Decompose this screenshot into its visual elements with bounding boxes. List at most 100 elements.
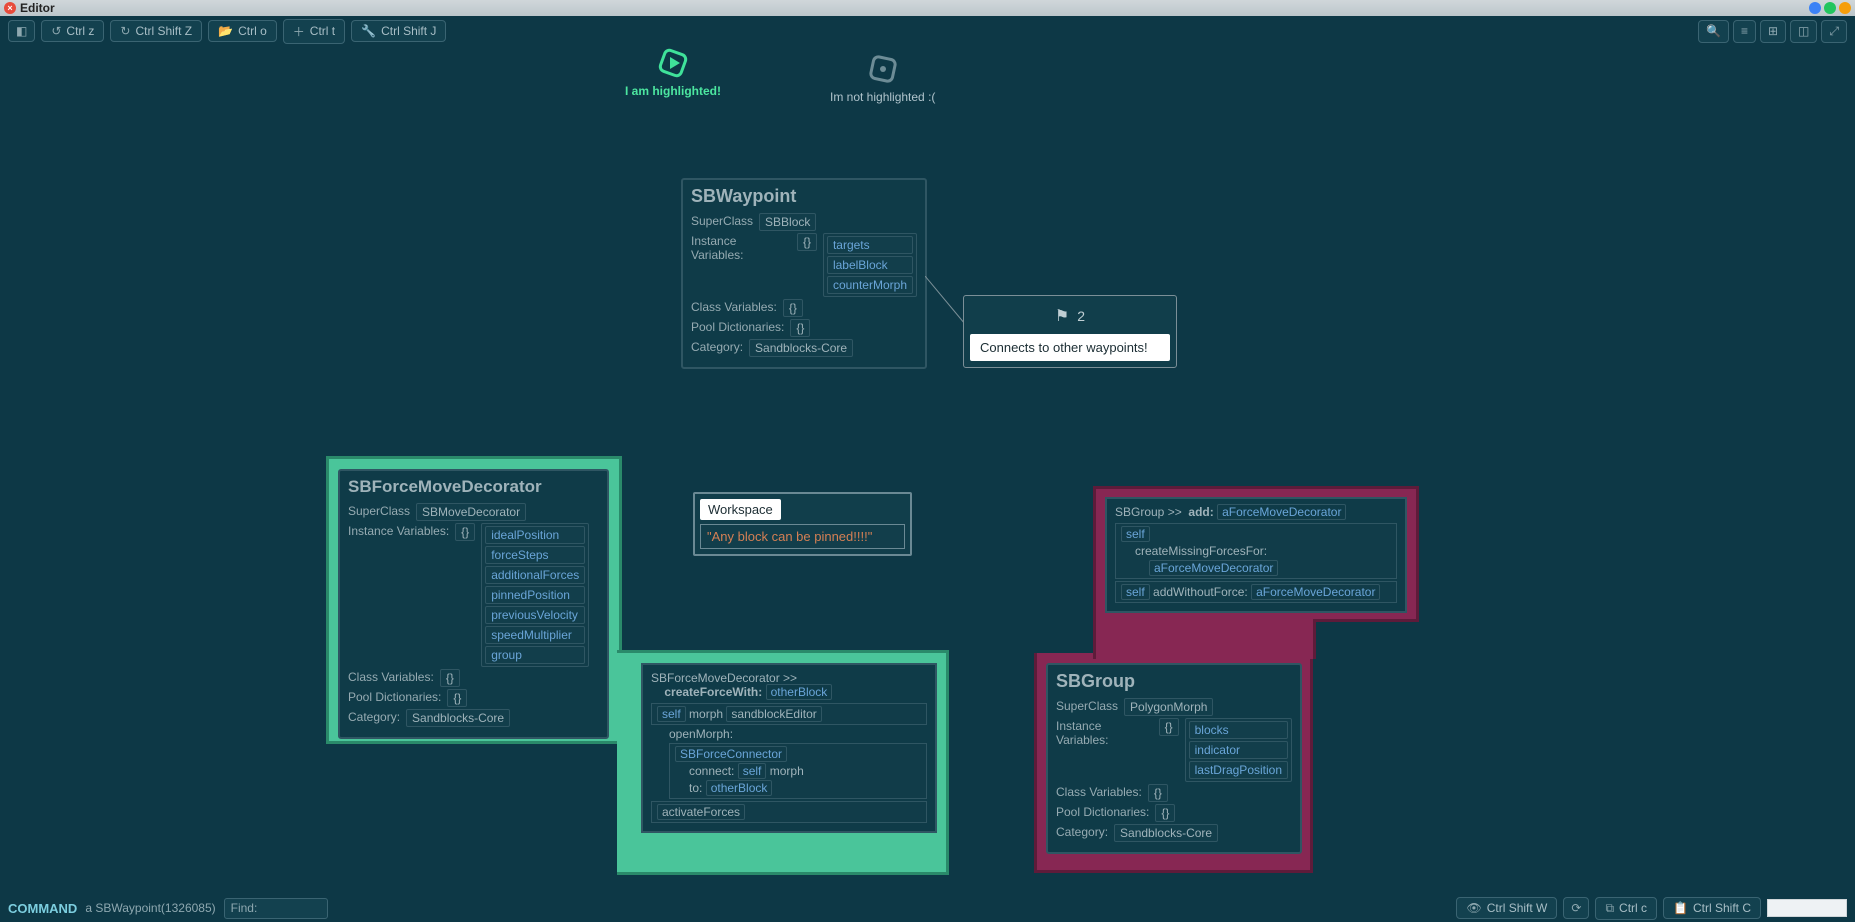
undo-label: Ctrl z xyxy=(66,24,94,38)
category-label: Category: xyxy=(1056,824,1108,839)
method-arg[interactable]: aForceMoveDecorator xyxy=(1217,504,1346,520)
method-arg[interactable]: otherBlock xyxy=(766,684,833,700)
class-vars-label: Class Variables: xyxy=(348,669,434,684)
purple-group-bg-3[interactable] xyxy=(1093,619,1316,659)
var-chip[interactable]: previousVelocity xyxy=(485,606,585,624)
var-chip[interactable]: idealPosition xyxy=(485,526,585,544)
self-chip[interactable]: self xyxy=(738,763,767,779)
class-title: SBWaypoint xyxy=(691,186,917,207)
open-button[interactable]: 📂Ctrl o xyxy=(208,20,277,42)
instance-vars-list: blocks indicator lastDragPosition xyxy=(1185,718,1292,782)
method-add-block[interactable]: SBGroup >> add: aForceMoveDecorator self… xyxy=(1105,497,1407,613)
highlighted-shape[interactable]: I am highlighted! xyxy=(625,46,721,98)
braces: {} xyxy=(790,319,810,337)
code-line-2[interactable]: self addWithoutForce: aForceMoveDecorato… xyxy=(1115,581,1397,603)
braces: {} xyxy=(440,669,460,687)
superclass-chip[interactable]: SBBlock xyxy=(759,213,816,231)
braces: {} xyxy=(783,299,803,317)
grid-view-button[interactable]: ⊞ xyxy=(1760,20,1786,43)
command-bar: COMMAND a SBWaypoint(1326085) Find: 👁Ctr… xyxy=(0,894,1855,922)
var-chip[interactable]: targets xyxy=(827,236,913,254)
braces: {} xyxy=(1148,784,1168,802)
braces: {} xyxy=(455,523,475,541)
split-view-button[interactable]: ◫ xyxy=(1790,20,1817,43)
var-chip[interactable]: additionalForces xyxy=(485,566,585,584)
var-chip[interactable]: speedMultiplier xyxy=(485,626,585,644)
canvas[interactable]: I am highlighted! Im not highlighted :( … xyxy=(0,46,1855,906)
connector-chip[interactable]: SBForceConnector xyxy=(675,746,787,762)
workspace-block[interactable]: Workspace "Any block can be pinned!!!!" xyxy=(693,492,912,556)
find-box[interactable]: Find: xyxy=(224,898,329,919)
sub-code[interactable]: SBForceConnector connect: self morph to:… xyxy=(669,743,927,799)
self-chip[interactable]: self xyxy=(657,706,686,722)
braces: {} xyxy=(447,689,467,707)
watch-button[interactable]: 👁Ctrl Shift W xyxy=(1456,897,1557,919)
create-missing-kw: createMissingForcesFor: xyxy=(1135,544,1267,558)
self-chip[interactable]: self xyxy=(1121,526,1150,542)
var-chip[interactable]: indicator xyxy=(1189,741,1288,759)
instance-vars-label: Instance Variables: xyxy=(1056,718,1153,747)
superclass-chip[interactable]: SBMoveDecorator xyxy=(416,503,526,521)
not-highlighted-shape[interactable]: Im not highlighted :( xyxy=(830,52,935,104)
class-title: SBForceMoveDecorator xyxy=(348,477,599,497)
arg-chip[interactable]: aForceMoveDecorator xyxy=(1149,560,1278,576)
braces: {} xyxy=(1159,718,1179,736)
instance-vars-label: Instance Variables: xyxy=(348,523,449,538)
editor-chip[interactable]: sandblockEditor xyxy=(726,706,821,722)
workspace-body[interactable]: "Any block can be pinned!!!!" xyxy=(700,524,905,549)
self-chip[interactable]: self xyxy=(1121,584,1150,600)
undo-icon: ↺ xyxy=(51,24,61,38)
redo-button[interactable]: ↻Ctrl Shift Z xyxy=(110,20,202,42)
instance-vars-list: idealPosition forceSteps additionalForce… xyxy=(481,523,589,667)
search-button[interactable]: 🔍 xyxy=(1698,20,1729,43)
new-button[interactable]: ＋Ctrl t xyxy=(283,19,345,44)
waypoint-node[interactable]: ⚑ 2 Connects to other waypoints! xyxy=(963,295,1177,368)
plus-icon: ＋ xyxy=(293,23,305,40)
var-chip[interactable]: forceSteps xyxy=(485,546,585,564)
open-label: Ctrl o xyxy=(238,24,267,38)
var-chip[interactable]: counterMorph xyxy=(827,276,913,294)
arg-chip[interactable]: aForceMoveDecorator xyxy=(1251,584,1380,600)
sbgroup-class-block[interactable]: SBGroup SuperClass PolygonMorph Instance… xyxy=(1046,663,1302,854)
code-line[interactable]: self createMissingForcesFor: aForceMoveD… xyxy=(1115,523,1397,579)
copy-string-button[interactable]: 📋Ctrl Shift C xyxy=(1663,897,1761,919)
decorator-class-block[interactable]: SBForceMoveDecorator SuperClass SBMoveDe… xyxy=(338,469,609,739)
mini-preview[interactable] xyxy=(1767,899,1847,917)
search-icon: 🔍 xyxy=(1706,24,1721,38)
command-info: a SBWaypoint(1326085) xyxy=(85,901,215,915)
method-selector: createForceWith: xyxy=(664,685,762,699)
toolbar: ◧ ↺Ctrl z ↻Ctrl Shift Z 📂Ctrl o ＋Ctrl t … xyxy=(0,16,1855,46)
shape-not-highlighted-icon xyxy=(866,52,900,86)
other-chip[interactable]: otherBlock xyxy=(706,780,773,796)
refresh-button[interactable]: ⟳ xyxy=(1563,897,1589,919)
activate-line[interactable]: activateForces xyxy=(651,801,927,823)
var-chip[interactable]: group xyxy=(485,646,585,664)
sbwaypoint-class-block[interactable]: SBWaypoint SuperClass SBBlock Instance V… xyxy=(681,178,927,369)
category-chip[interactable]: Sandblocks-Core xyxy=(749,339,853,357)
var-chip[interactable]: pinnedPosition xyxy=(485,586,585,604)
superclass-chip[interactable]: PolygonMorph xyxy=(1124,698,1213,716)
to-kw: to: xyxy=(689,781,702,795)
minimize-icon[interactable] xyxy=(1839,2,1851,14)
copy-icon: ⧉ xyxy=(1605,901,1614,916)
code-line[interactable]: self morph sandblockEditor xyxy=(651,703,927,725)
list-view-button[interactable]: ≡ xyxy=(1733,20,1756,43)
close-icon[interactable]: × xyxy=(4,2,16,14)
fullscreen-button[interactable]: ⤢ xyxy=(1821,20,1847,43)
inspect-button[interactable]: 🔧Ctrl Shift J xyxy=(351,20,446,42)
grid-icon: ⊞ xyxy=(1768,24,1778,38)
var-chip[interactable]: blocks xyxy=(1189,721,1288,739)
layout-button[interactable]: ◧ xyxy=(8,20,35,42)
find-input[interactable] xyxy=(261,901,321,916)
method-createforce-block[interactable]: SBForceMoveDecorator >> createForceWith:… xyxy=(641,663,937,833)
activate-chip[interactable]: activateForces xyxy=(657,804,745,820)
var-chip[interactable]: labelBlock xyxy=(827,256,913,274)
method-selector: add: xyxy=(1188,505,1213,519)
var-chip[interactable]: lastDragPosition xyxy=(1189,761,1288,779)
menu-dot-icon[interactable] xyxy=(1809,2,1821,14)
maximize-icon[interactable] xyxy=(1824,2,1836,14)
copy-button[interactable]: ⧉Ctrl c xyxy=(1595,897,1657,920)
category-chip[interactable]: Sandblocks-Core xyxy=(1114,824,1218,842)
undo-button[interactable]: ↺ Ctrl z xyxy=(41,20,104,42)
category-chip[interactable]: Sandblocks-Core xyxy=(406,709,510,727)
